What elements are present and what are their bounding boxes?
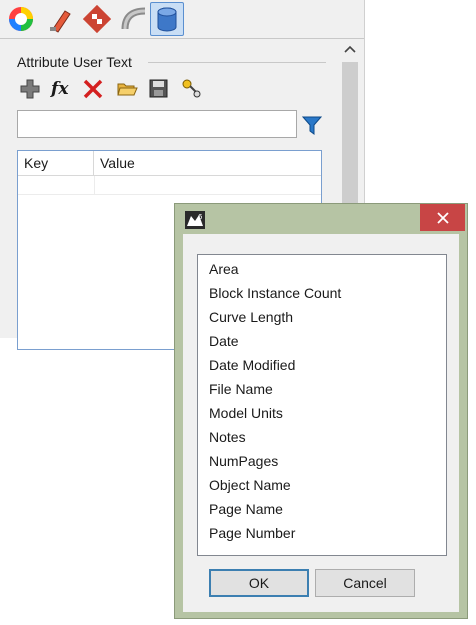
list-item[interactable]: Model Units [198,401,446,425]
save-icon [149,79,168,98]
cancel-button[interactable]: Cancel [315,569,415,597]
function-button[interactable]: fx [51,78,73,100]
list-item[interactable]: NumPages [198,449,446,473]
section-divider [148,62,326,63]
link-icon [182,79,201,98]
tab-color[interactable] [4,2,38,36]
list-item[interactable]: Page Name [198,497,446,521]
list-item[interactable]: Date [198,329,446,353]
list-item[interactable]: Notes [198,425,446,449]
list-item[interactable]: Date Modified [198,353,446,377]
section-title: Attribute User Text [17,54,132,70]
svg-text:6: 6 [198,213,203,221]
list-item[interactable]: Curve Length [198,305,446,329]
list-item[interactable]: Object Name [198,473,446,497]
delete-button[interactable] [82,78,104,100]
filter-input[interactable] [17,110,297,138]
open-folder-icon [117,83,138,96]
funnel-icon [301,116,323,135]
close-icon [437,212,449,224]
dialog-title-bar[interactable]: 6 [175,204,467,234]
filter-button[interactable] [301,114,323,136]
delete-icon [83,79,103,99]
curve-pipe-icon [121,7,146,30]
add-button[interactable] [19,78,41,100]
table-row[interactable] [18,176,321,195]
column-header-key[interactable]: Key [18,151,94,175]
tab-texture[interactable] [80,2,114,36]
list-item[interactable]: Area [198,257,446,281]
field-list[interactable]: Area Block Instance Count Curve Length D… [197,254,447,556]
chevron-up-icon [344,45,356,53]
link-button[interactable] [181,78,203,100]
table-header: Key Value [18,151,321,176]
function-icon: fx [51,79,69,99]
panel-tab-bar [0,0,364,39]
close-button[interactable] [420,204,465,231]
ok-button[interactable]: OK [209,569,309,597]
cell-divider [94,176,95,194]
column-header-value[interactable]: Value [94,151,294,175]
tab-user-text[interactable] [150,2,184,36]
list-item[interactable]: Block Instance Count [198,281,446,305]
add-icon [20,79,40,99]
app-icon: 6 [185,211,205,229]
database-icon [157,7,177,32]
tab-curve[interactable] [118,2,152,36]
tab-material[interactable] [42,2,76,36]
list-item[interactable]: File Name [198,377,446,401]
color-wheel-icon [9,7,33,31]
checker-material-icon [83,5,111,33]
rhino-logo-icon: 6 [185,211,205,229]
paint-tube-icon [50,10,71,33]
dialog-body: Area Block Instance Count Curve Length D… [183,234,459,612]
open-button[interactable] [116,78,138,100]
save-button[interactable] [148,78,170,100]
field-picker-dialog: 6 Area Block Instance Count Curve Length… [174,203,468,619]
list-item[interactable]: Page Number [198,521,446,545]
scroll-up-button[interactable] [340,40,360,60]
